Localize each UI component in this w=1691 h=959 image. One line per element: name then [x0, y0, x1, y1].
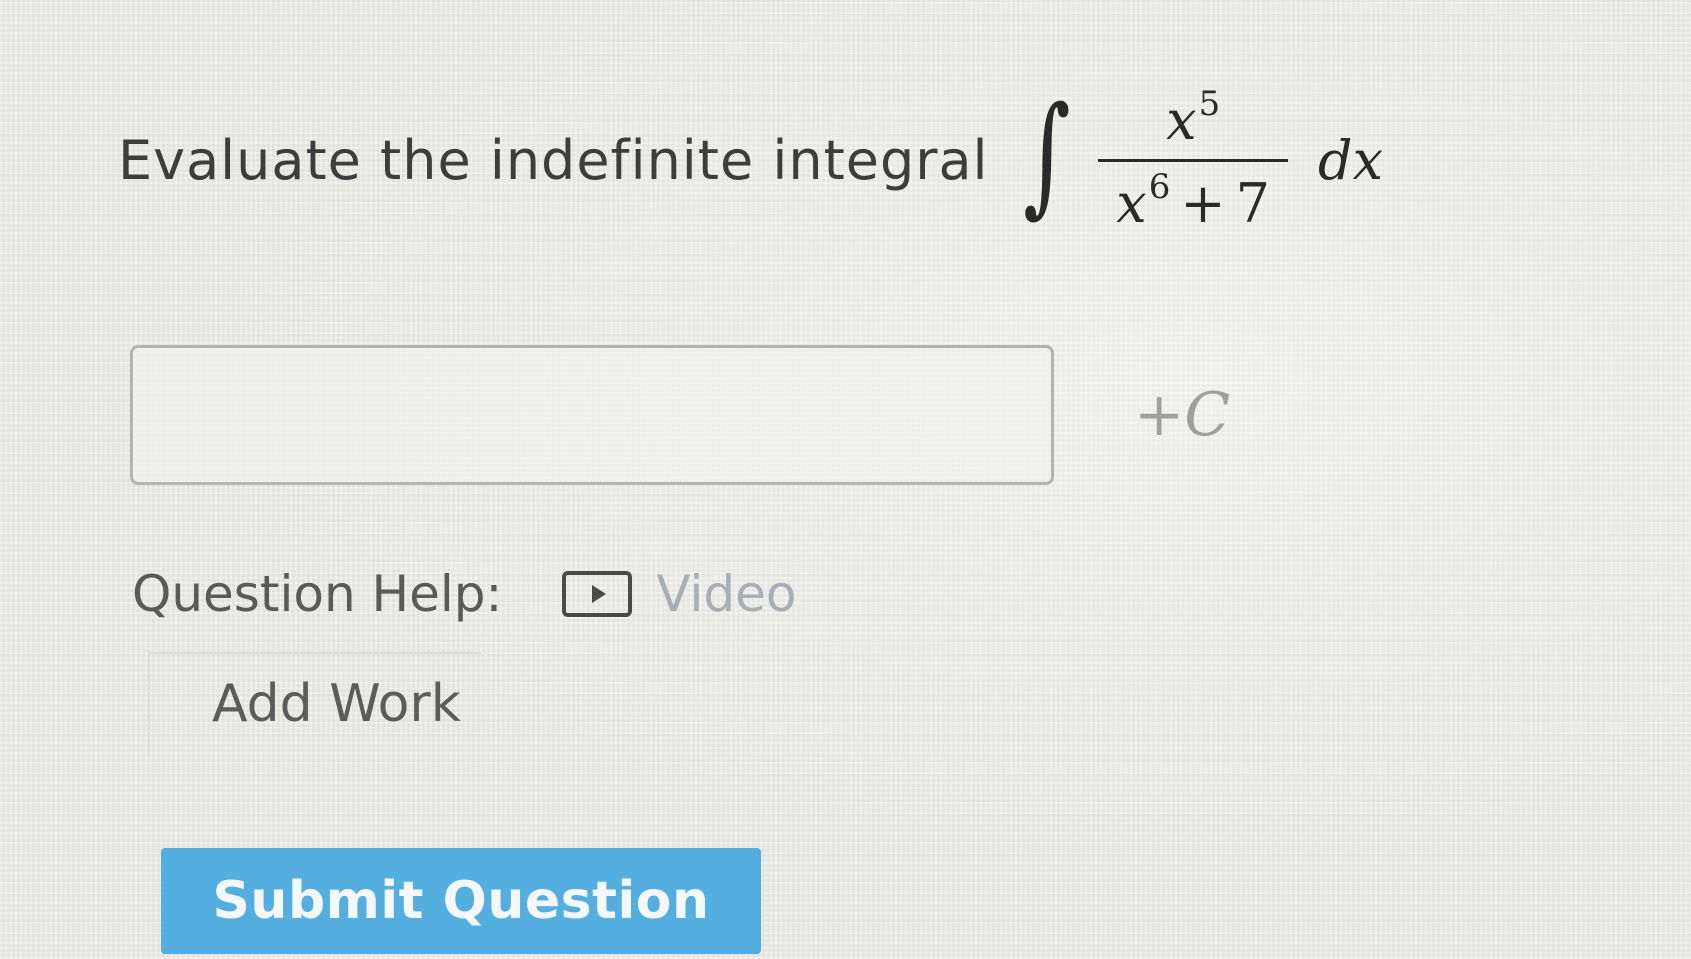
- denominator-constant: 7: [1235, 171, 1271, 235]
- fraction-bar: [1098, 158, 1289, 162]
- integration-constant: +C: [1134, 380, 1230, 450]
- denominator-operator: +: [1180, 171, 1226, 235]
- answer-row: +C: [130, 345, 1230, 485]
- video-link-label: Video: [656, 565, 797, 623]
- numerator-base: x: [1166, 89, 1197, 153]
- add-work-button[interactable]: Add Work: [148, 652, 481, 754]
- fraction-denominator: x6 +7: [1098, 166, 1288, 235]
- constant-symbol: C: [1184, 380, 1231, 450]
- answer-input[interactable]: [130, 345, 1054, 485]
- integral-expression: ∫ x5 x6 +7 dx: [1013, 85, 1383, 234]
- add-work-label: Add Work: [212, 674, 461, 734]
- integral-sign: ∫: [1022, 78, 1071, 230]
- denominator-exponent: 6: [1148, 166, 1171, 207]
- differential: dx: [1318, 128, 1384, 192]
- numerator-exponent: 5: [1198, 84, 1221, 125]
- fraction-numerator: x5: [1148, 85, 1238, 152]
- constant-plus: +: [1134, 380, 1185, 450]
- video-help-link[interactable]: Video: [562, 565, 796, 623]
- question-help: Question Help: Video: [132, 565, 796, 623]
- fraction: x5 x6 +7: [1098, 85, 1289, 235]
- denominator-base: x: [1116, 171, 1147, 235]
- question-help-label: Question Help:: [132, 565, 503, 623]
- play-icon: [562, 571, 633, 617]
- question-row: Evaluate the indefinite integral ∫ x5 x6…: [118, 60, 1383, 260]
- submit-question-button[interactable]: Submit Question: [161, 848, 761, 954]
- question-prompt: Evaluate the indefinite integral: [118, 128, 989, 192]
